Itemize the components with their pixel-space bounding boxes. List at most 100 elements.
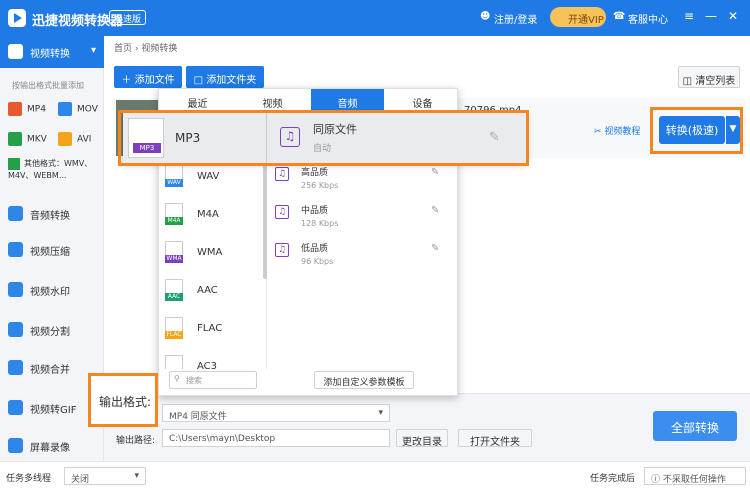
other-formats[interactable]: 其他格式：WMV、M4V、WEBM...	[4, 158, 102, 188]
format-tile-avi[interactable]: AVI	[58, 132, 91, 146]
edit-icon[interactable]: ✎	[431, 167, 439, 178]
clear-list-label: 清空列表	[695, 76, 736, 87]
mp3-icon-label: MP3	[133, 143, 161, 153]
quality-bitrate: 256 Kbps	[301, 181, 339, 190]
other-formats-icon	[8, 158, 20, 170]
quality-high[interactable]: ♫ 高品质 256 Kbps ✎	[275, 165, 445, 205]
format-ac3[interactable]: AC3 AC3	[165, 353, 265, 369]
output-path-label: 输出路径:	[116, 436, 156, 446]
output-path-field[interactable]: C:\Users\mayn\Desktop	[162, 429, 390, 447]
format-wma[interactable]: WMA WMA	[165, 239, 265, 275]
audio-convert-icon	[8, 206, 23, 221]
sidebar-item-audio-convert[interactable]: 音频转换	[0, 198, 104, 230]
vip-button[interactable]: 开通VIP	[550, 7, 606, 27]
sidebar-label: 音频转换	[30, 211, 70, 222]
quality-medium[interactable]: ♫ 中品质 128 Kbps ✎	[275, 203, 445, 243]
format-flac[interactable]: FLAC FLAC	[165, 315, 265, 351]
minimize-icon[interactable]: —	[704, 9, 718, 23]
multithread-select[interactable]: 关闭 ▾	[64, 467, 146, 485]
format-search-input[interactable]: ⚲ 搜索	[169, 371, 257, 389]
tab-recent[interactable]: 最近	[161, 89, 234, 111]
quality-bitrate: 96 Kbps	[301, 257, 334, 266]
task-done-select[interactable]: ⓘ 不采取任何操作	[644, 467, 746, 485]
tab-video[interactable]: 视频	[236, 89, 309, 111]
service-icon[interactable]: ☎	[613, 11, 625, 22]
format-wav[interactable]: WAV WAV	[165, 163, 265, 199]
close-icon[interactable]: ✕	[726, 9, 740, 23]
open-folder-button[interactable]: 打开文件夹	[458, 429, 532, 448]
task-done-value: 不采取任何操作	[662, 475, 726, 485]
format-label: MKV	[27, 134, 47, 145]
add-template-button[interactable]: 添加自定义参数模板	[314, 371, 414, 389]
sidebar-item-split[interactable]: 视频分割	[0, 314, 104, 346]
compress-icon	[8, 242, 23, 257]
format-m4a[interactable]: M4A M4A	[165, 201, 265, 237]
format-label: WMA	[197, 247, 223, 258]
sidebar-item-video-convert[interactable]: 视频转换 ▾	[0, 36, 104, 68]
sidebar-label: 视频转GIF	[30, 405, 77, 416]
format-label: M4A	[197, 209, 219, 220]
service-link[interactable]: 客服中心	[628, 11, 668, 26]
edit-icon[interactable]: ✎	[431, 205, 439, 216]
format-tile-mkv[interactable]: MKV	[8, 132, 47, 146]
convert-all-button[interactable]: 全部转换	[653, 411, 737, 441]
convert-button[interactable]: 转换(极速)	[659, 116, 725, 144]
chevron-down-icon: ▾	[90, 45, 96, 56]
edit-icon[interactable]: ✎	[489, 130, 500, 145]
music-note-icon: ♫	[275, 243, 289, 257]
edit-icon[interactable]: ✎	[431, 243, 439, 254]
convert-dropdown-icon[interactable]: ▼	[726, 116, 740, 144]
tutorial-label: 视频教程	[604, 127, 641, 137]
format-label: WAV	[197, 171, 220, 182]
mp4-icon	[8, 102, 22, 116]
selected-format-row[interactable]: MP3 MP3 ♫ 同原文件 自动 ✎	[123, 113, 527, 163]
output-format-select[interactable]: MP4 同原文件 ▾	[162, 404, 390, 422]
m4a-icon-label: M4A	[165, 217, 183, 225]
sidebar-item-watermark[interactable]: 视频水印	[0, 274, 104, 306]
avi-icon	[58, 132, 72, 146]
sidebar-item-record[interactable]: 屏幕录像	[0, 430, 104, 462]
quality-name: 中品质	[301, 206, 329, 216]
chevron-down-icon: ▾	[134, 471, 139, 481]
format-label: FLAC	[197, 323, 223, 334]
record-icon	[8, 438, 23, 453]
clear-list-button[interactable]: ◫ 清空列表	[678, 66, 740, 88]
sidebar-item-compress[interactable]: 视频压缩	[0, 234, 104, 266]
format-tile-mov[interactable]: MOV	[58, 102, 98, 116]
format-label: AAC	[197, 285, 218, 296]
add-file-button[interactable]: ＋ 添加文件	[114, 66, 182, 88]
change-dir-button[interactable]: 更改目录	[396, 429, 448, 448]
edition-badge: 极速版	[109, 10, 147, 25]
menu-icon[interactable]: ≡	[682, 9, 696, 23]
auto-label: 自动	[313, 144, 332, 154]
bottom-panel: MP4 同原文件 ▾ 输出路径: C:\Users\mayn\Desktop 更改…	[104, 393, 750, 461]
sidebar-label: 视频水印	[30, 287, 70, 298]
watermark-icon	[8, 282, 23, 297]
aac-icon: AAC	[165, 279, 183, 301]
selected-format-label: MP3	[175, 131, 201, 145]
format-label: AC3	[197, 361, 218, 369]
title-bar: 迅捷视频转换器 极速版 ☻ 注册/登录 开通VIP ☎ 客服中心 ≡ — ✕	[0, 0, 750, 36]
user-icon[interactable]: ☻	[480, 11, 490, 22]
chevron-down-icon: ▾	[378, 408, 383, 418]
quality-name: 低品质	[301, 244, 329, 254]
trash-icon: ◫	[682, 76, 693, 87]
music-note-icon: ♫	[275, 205, 289, 219]
same-as-source-label: 同原文件	[313, 123, 357, 136]
quality-low[interactable]: ♫ 低品质 96 Kbps ✎	[275, 241, 445, 281]
folder-icon: □	[193, 75, 204, 86]
scissors-icon: ✂	[594, 127, 602, 137]
tab-device[interactable]: 设备	[386, 89, 459, 111]
add-folder-button[interactable]: □ 添加文件夹	[186, 66, 264, 88]
ac3-icon: AC3	[165, 355, 183, 369]
format-aac[interactable]: AAC AAC	[165, 277, 265, 313]
format-tile-mp4[interactable]: MP4	[8, 102, 46, 116]
format-label: MOV	[77, 104, 98, 115]
login-link[interactable]: 注册/登录	[494, 11, 537, 26]
wav-icon: WAV	[165, 165, 183, 187]
multithread-value: 关闭	[71, 475, 90, 485]
tab-audio[interactable]: 音频	[311, 89, 384, 111]
split-icon	[8, 322, 23, 337]
music-note-icon: ♫	[280, 127, 300, 147]
tutorial-link[interactable]: ✂ 视频教程	[594, 124, 640, 137]
